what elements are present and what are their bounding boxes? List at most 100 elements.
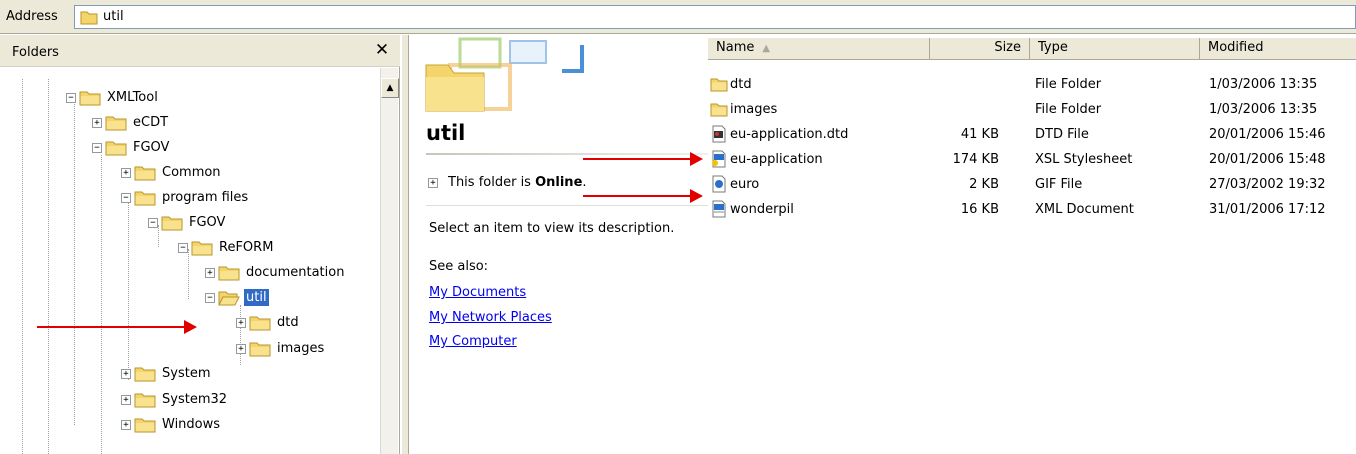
- tree-item-label: System32: [162, 392, 228, 407]
- file-size: 16 KB: [960, 202, 999, 217]
- file-row[interactable]: euro 2 KB GIF File 27/03/2002 19:32: [708, 172, 1356, 197]
- my-documents-link[interactable]: My Documents: [429, 285, 526, 300]
- tree-item-label: Windows: [162, 417, 221, 432]
- tree-item-label: dtd: [277, 315, 299, 330]
- folder-icon: [134, 418, 156, 433]
- column-header-modified[interactable]: Modified: [1200, 38, 1356, 60]
- expand-icon[interactable]: +: [92, 117, 102, 128]
- folder-icon: [134, 191, 156, 206]
- annotation-arrow: [583, 189, 703, 203]
- column-type-label: Type: [1038, 40, 1068, 55]
- file-type: DTD File: [1035, 127, 1089, 142]
- tree-item[interactable]: + documentation: [205, 264, 346, 284]
- tree-line: [101, 155, 102, 454]
- tree-item[interactable]: + Windows: [121, 416, 222, 436]
- address-input[interactable]: util: [74, 5, 1356, 29]
- column-header-size[interactable]: Size: [930, 38, 1030, 60]
- tree-line: [128, 195, 129, 380]
- description-text: Select an item to view its description.: [429, 221, 675, 236]
- file-name: dtd: [730, 77, 752, 92]
- task-pane: util + This folder is Online. Select an i…: [410, 35, 708, 454]
- file-icon-wrap: [710, 150, 728, 168]
- online-prefix: This folder is: [448, 175, 536, 190]
- see-also-label: See also:: [429, 259, 489, 274]
- tree-item[interactable]: − FGOV: [92, 139, 171, 159]
- folder-icon: [134, 367, 156, 382]
- tree-item-label: FGOV: [133, 140, 170, 155]
- folders-scrollbar[interactable]: ▲: [380, 68, 399, 454]
- folder-icon: [105, 141, 127, 156]
- folder-icon: [191, 241, 213, 256]
- folder-icon: [80, 11, 98, 25]
- collapse-icon[interactable]: −: [148, 217, 158, 228]
- close-folders-button[interactable]: ✕: [372, 40, 392, 60]
- online-status: Online: [535, 175, 583, 190]
- collapse-icon[interactable]: −: [92, 142, 102, 153]
- tree-item[interactable]: − XMLTool: [66, 89, 160, 109]
- expand-icon[interactable]: +: [121, 419, 131, 430]
- folder-icon: [134, 166, 156, 181]
- address-label: Address: [6, 9, 58, 24]
- address-value: util: [103, 9, 124, 24]
- my-network-places-link[interactable]: My Network Places: [429, 310, 552, 325]
- my-computer-link[interactable]: My Computer: [429, 334, 517, 349]
- collapse-icon[interactable]: −: [66, 92, 76, 103]
- expand-icon[interactable]: +: [121, 167, 131, 178]
- scroll-up-icon[interactable]: ▲: [381, 78, 399, 98]
- file-icon-wrap: [710, 100, 728, 118]
- folder-icon: [161, 216, 183, 231]
- tree-item[interactable]: + System32: [121, 391, 229, 411]
- file-row[interactable]: dtd File Folder 1/03/2006 13:35: [708, 72, 1356, 97]
- tree-item[interactable]: + Common: [121, 164, 223, 184]
- tree-line: [74, 95, 75, 425]
- divider: [426, 205, 708, 206]
- file-row[interactable]: images File Folder 1/03/2006 13:35: [708, 97, 1356, 122]
- folder-icon: [134, 393, 156, 408]
- expand-icon[interactable]: +: [121, 368, 131, 379]
- column-header-name[interactable]: Name ▲: [708, 38, 930, 60]
- pane-splitter[interactable]: [401, 35, 409, 454]
- tree-item[interactable]: − ReFORM: [178, 239, 275, 259]
- tree-item[interactable]: + eCDT: [92, 114, 170, 134]
- tree-item-label: program files: [162, 190, 249, 205]
- file-name: eu-application.dtd: [730, 127, 849, 142]
- tree-line: [48, 79, 49, 454]
- tree-item-label: images: [277, 341, 325, 356]
- xml-file-icon: [712, 200, 726, 218]
- folder-icon: [105, 116, 127, 131]
- file-name: eu-application: [730, 152, 823, 167]
- gif-file-icon: [712, 175, 726, 193]
- folder-banner-art: [425, 37, 584, 112]
- file-list: Name ▲ Size Type Modified dtd File Folder 1…: [708, 35, 1356, 454]
- file-size: 174 KB: [952, 152, 999, 167]
- file-type: GIF File: [1035, 177, 1083, 192]
- file-name: images: [730, 102, 778, 117]
- file-row[interactable]: wonderpil 16 KB XML Document 31/01/2006 17:…: [708, 197, 1356, 222]
- column-size-label: Size: [994, 40, 1021, 55]
- tree-item-label: Common: [162, 165, 221, 180]
- tree-item[interactable]: − util: [205, 289, 269, 309]
- collapse-icon[interactable]: −: [121, 192, 131, 203]
- file-modified: 31/01/2006 17:12: [1209, 202, 1326, 217]
- tree-item[interactable]: + System: [121, 365, 212, 385]
- tree-item[interactable]: − FGOV: [148, 214, 227, 234]
- tree-item-label: System: [162, 366, 211, 381]
- expand-icon[interactable]: +: [236, 317, 246, 328]
- collapse-icon[interactable]: −: [178, 242, 188, 253]
- tree-item[interactable]: + images: [236, 340, 326, 360]
- column-header-type[interactable]: Type: [1030, 38, 1200, 60]
- collapse-icon[interactable]: −: [205, 292, 215, 303]
- tree-line: [22, 79, 23, 454]
- expand-icon[interactable]: +: [428, 177, 438, 188]
- tree-item[interactable]: − program files: [121, 189, 250, 209]
- expand-icon[interactable]: +: [236, 343, 246, 354]
- expand-icon[interactable]: +: [121, 394, 131, 405]
- file-row[interactable]: eu-application.dtd 41 KB DTD File 20/01/200…: [708, 122, 1356, 147]
- tree-item[interactable]: + dtd: [236, 314, 301, 334]
- expand-icon[interactable]: +: [205, 267, 215, 278]
- online-suffix: .: [582, 175, 587, 190]
- file-row[interactable]: eu-application 174 KB XSL Stylesheet 20/01/…: [708, 147, 1356, 172]
- open-folder-icon: [218, 291, 240, 306]
- folder-icon: [710, 103, 728, 117]
- folder-icon: [79, 91, 101, 106]
